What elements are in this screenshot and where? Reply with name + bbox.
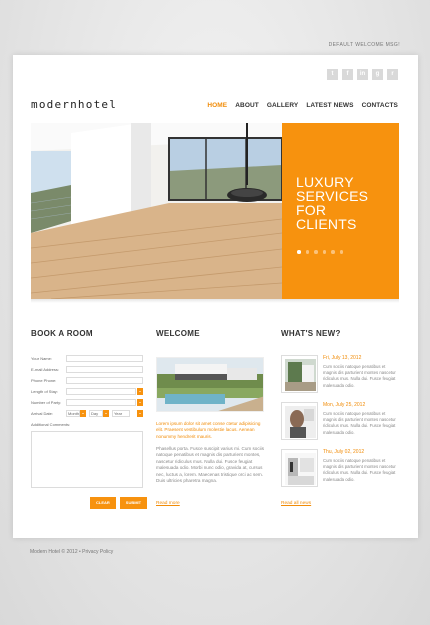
party-select[interactable] (66, 399, 136, 406)
hero-photo (31, 123, 282, 299)
welcome-lead: Lorem ipsum dolor sit amet conse ctetur … (156, 421, 261, 439)
phone-field[interactable] (66, 377, 143, 384)
submit-button[interactable]: SUBMIT (119, 497, 148, 509)
google-icon[interactable]: g (372, 69, 383, 80)
stay-select[interactable] (66, 388, 136, 395)
news-date: Mon, July 25, 2012 (323, 402, 366, 408)
email-field[interactable] (66, 366, 143, 373)
field-label: Arrival Date: (31, 411, 54, 416)
field-label: E-mail Address: (31, 367, 60, 372)
page-card: t f in g r modernhotel HOME ABOUT GALLER… (13, 55, 418, 538)
book-room-title: BOOK A ROOM (31, 329, 93, 338)
hero-line: LUXURY (296, 174, 354, 190)
welcome-body: Phasellus porta. Fusce suscipit varius m… (156, 446, 264, 484)
hero-slider: LUXURY SERVICES FOR CLIENTS (31, 123, 399, 299)
news-date: Fri, July 13, 2012 (323, 355, 362, 361)
nav-about[interactable]: ABOUT (235, 102, 259, 109)
welcome-image (156, 357, 264, 412)
news-thumbnail[interactable] (281, 402, 318, 440)
day-select[interactable]: Day (89, 410, 103, 417)
main-nav: HOME ABOUT GALLERY LATEST NEWS CONTACTS (207, 102, 398, 109)
form-buttons: CLEAR SUBMIT (90, 497, 148, 509)
month-select[interactable]: Month (66, 410, 80, 417)
slide-dot[interactable] (305, 250, 309, 254)
read-all-news-link[interactable]: Read all news (281, 501, 311, 506)
slide-dot[interactable] (331, 250, 335, 254)
chevron-down-icon[interactable] (137, 410, 143, 417)
slide-dot[interactable] (314, 250, 318, 254)
name-field[interactable] (66, 355, 143, 362)
logo[interactable]: modernhotel (31, 98, 117, 111)
field-label: Your Name: (31, 356, 52, 361)
chevron-down-icon[interactable] (137, 388, 143, 395)
social-icons: t f in g r (327, 69, 398, 80)
news-text: Cum sociis natoque penatibus et magnis d… (323, 458, 396, 482)
rss-icon[interactable]: r (387, 69, 398, 80)
hero-promo: LUXURY SERVICES FOR CLIENTS (282, 123, 399, 299)
comments-label: Additional Comments: (31, 422, 71, 427)
welcome-title: WELCOME (156, 329, 200, 338)
field-label: Number of Party: (31, 400, 62, 405)
read-more-link[interactable]: Read more (156, 501, 180, 506)
slide-dot[interactable] (322, 250, 326, 254)
hero-divider (31, 299, 399, 303)
year-select[interactable]: Year (112, 410, 130, 417)
twitter-icon[interactable]: t (327, 69, 338, 80)
comments-textarea[interactable] (31, 431, 143, 488)
linkedin-icon[interactable]: in (357, 69, 368, 80)
clear-button[interactable]: CLEAR (90, 497, 116, 509)
field-label: Length of Stay: (31, 389, 58, 394)
slider-pager (297, 250, 343, 254)
news-thumbnail[interactable] (281, 449, 318, 487)
chevron-down-icon[interactable] (137, 399, 143, 406)
news-date: Thu, July 02, 2012 (323, 449, 365, 455)
hero-line: FOR (296, 202, 327, 218)
field-label: Phone Phone: (31, 378, 57, 383)
footer: Modern Hotel © 2012 • Privacy Policy (30, 549, 114, 555)
chevron-down-icon[interactable] (103, 410, 109, 417)
nav-contacts[interactable]: CONTACTS (362, 102, 398, 109)
nav-home[interactable]: HOME (207, 102, 227, 109)
hero-headline: LUXURY SERVICES FOR CLIENTS (296, 175, 368, 231)
nav-gallery[interactable]: GALLERY (267, 102, 299, 109)
nav-latest-news[interactable]: LATEST NEWS (306, 102, 353, 109)
welcome-message: DEFAULT WELCOME MSG! (328, 42, 400, 48)
news-text: Cum sociis natoque penatibus et magnis d… (323, 411, 396, 435)
facebook-icon[interactable]: f (342, 69, 353, 80)
slide-dot[interactable] (339, 250, 343, 254)
news-text: Cum sociis natoque penatibus et magnis d… (323, 364, 396, 388)
booking-form: Your Name: E-mail Address: Phone Phone: … (31, 355, 144, 488)
slide-dot[interactable] (297, 250, 301, 254)
hero-line: CLIENTS (296, 216, 357, 232)
chevron-down-icon[interactable] (80, 410, 86, 417)
hero-line: SERVICES (296, 188, 369, 204)
news-title: WHAT'S NEW? (281, 329, 341, 338)
news-thumbnail[interactable] (281, 355, 318, 393)
